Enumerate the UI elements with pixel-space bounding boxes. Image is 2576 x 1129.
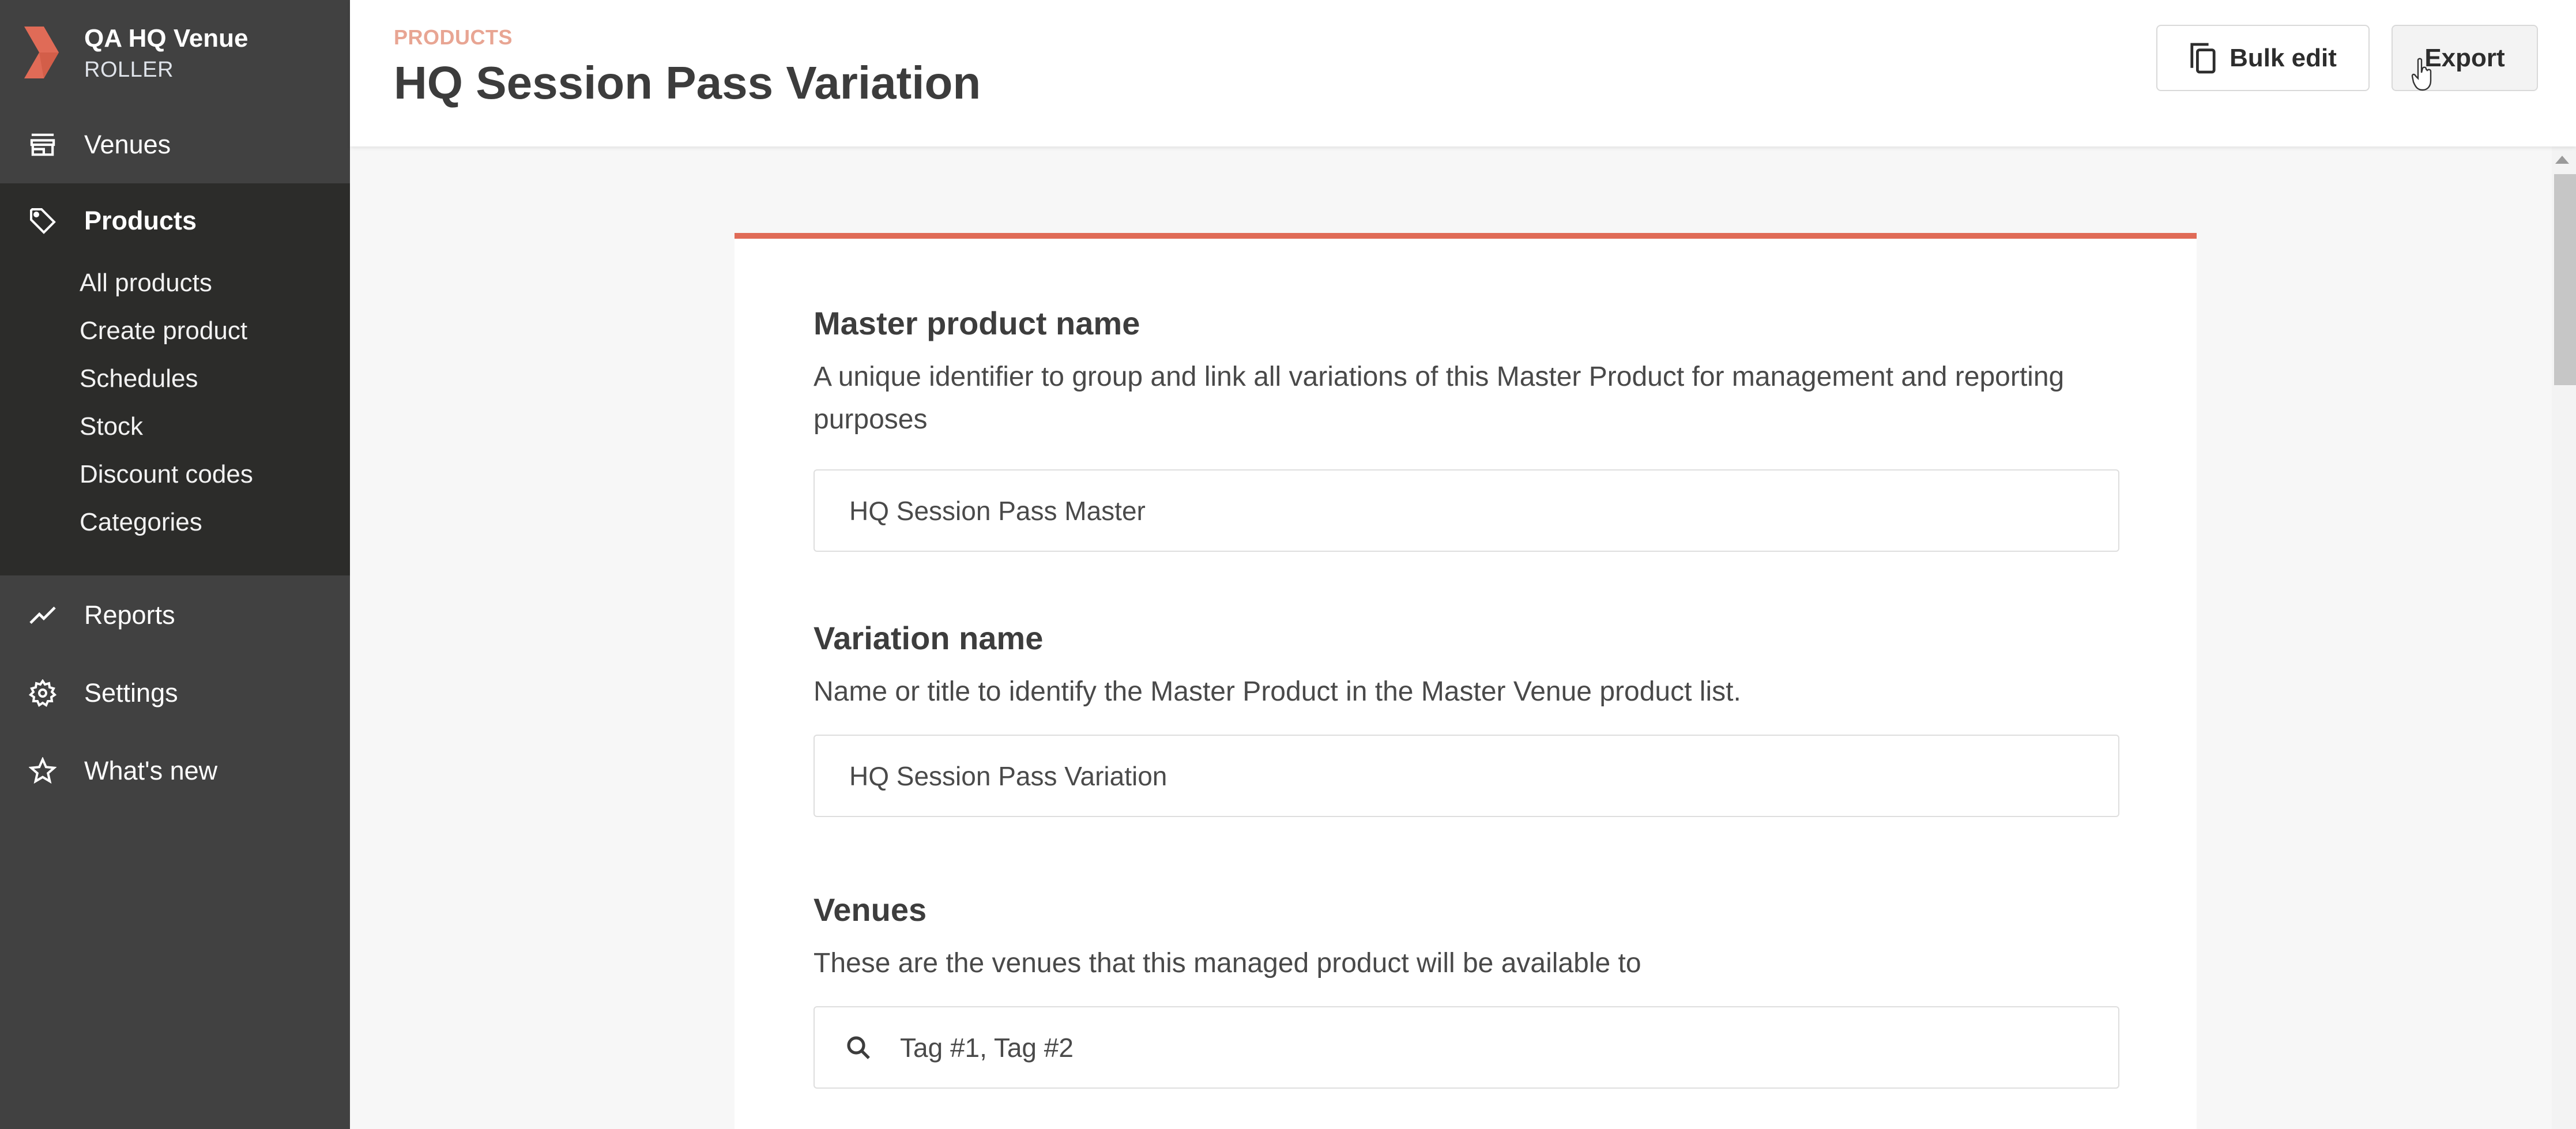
sidebar-item-settings[interactable]: Settings — [0, 656, 350, 731]
page-title: HQ Session Pass Variation — [394, 57, 981, 108]
sidebar-item-products[interactable]: Products — [0, 183, 350, 258]
sidebar-subitem-discount-codes[interactable]: Discount codes — [80, 460, 253, 489]
sidebar-item-whats-new[interactable]: What's new — [0, 733, 350, 808]
brand-header[interactable]: QA HQ Venue ROLLER — [0, 0, 350, 110]
product-form-card: Master product name A unique identifier … — [735, 233, 2197, 1129]
variation-name-title: Variation name — [814, 620, 1044, 656]
company-name: ROLLER — [84, 58, 174, 82]
variation-name-description: Name or title to identify the Master Pro… — [814, 676, 1741, 707]
sidebar-item-label: What's new — [84, 756, 218, 785]
sidebar-item-reports[interactable]: Reports — [0, 578, 350, 653]
breadcrumb[interactable]: PRODUCTS — [394, 25, 513, 50]
star-icon — [27, 755, 59, 787]
variation-name-value: HQ Session Pass Variation — [849, 761, 1168, 791]
master-product-name-value: HQ Session Pass Master — [849, 495, 1146, 526]
copy-icon — [2190, 43, 2216, 73]
sidebar-item-label: Reports — [84, 600, 175, 630]
sidebar-subitem-schedules[interactable]: Schedules — [80, 364, 198, 393]
master-product-name-section: Master product name A unique identifier … — [814, 304, 2119, 552]
sidebar-subitem-all-products[interactable]: All products — [80, 269, 212, 298]
sidebar-item-label: Products — [84, 206, 197, 235]
sidebar: QA HQ Venue ROLLER Venues Products All p… — [0, 0, 350, 1129]
sidebar-item-venues[interactable]: Venues — [0, 107, 350, 182]
sidebar-subitem-create-product[interactable]: Create product — [80, 317, 247, 345]
products-section: Products All products Create product Sch… — [0, 183, 350, 575]
trending-up-icon — [27, 599, 59, 631]
scroll-up-arrow-icon[interactable] — [2555, 156, 2569, 164]
hand-pointer-cursor-icon — [2411, 58, 2432, 91]
export-label: Export — [2424, 43, 2505, 72]
venue-name: QA HQ Venue — [84, 24, 248, 52]
venues-search-input[interactable]: Tag #1, Tag #2 — [814, 1006, 2119, 1089]
sidebar-subitem-categories[interactable]: Categories — [80, 508, 202, 537]
gear-icon — [27, 677, 59, 709]
venues-title: Venues — [814, 891, 927, 928]
venues-value: Tag #1, Tag #2 — [900, 1032, 1074, 1063]
variation-name-section: Variation name Name or title to identify… — [814, 619, 2119, 817]
roller-logo-icon — [24, 27, 59, 78]
store-icon — [27, 129, 59, 161]
venues-section: Venues These are the venues that this ma… — [814, 891, 2119, 1089]
page-header: PRODUCTS HQ Session Pass Variation Bulk … — [350, 0, 2576, 146]
venues-description: These are the venues that this managed p… — [814, 948, 1641, 979]
variation-name-input[interactable]: HQ Session Pass Variation — [814, 735, 2119, 817]
tag-icon — [27, 205, 59, 237]
sidebar-subitem-stock[interactable]: Stock — [80, 412, 143, 441]
scrollbar-thumb[interactable] — [2554, 174, 2576, 385]
sidebar-item-label: Settings — [84, 678, 178, 707]
master-product-name-title: Master product name — [814, 305, 1140, 341]
bulk-edit-button[interactable]: Bulk edit — [2156, 25, 2370, 91]
master-product-name-input[interactable]: HQ Session Pass Master — [814, 469, 2119, 552]
sidebar-item-label: Venues — [84, 130, 171, 159]
master-product-name-description: A unique identifier to group and link al… — [814, 362, 2065, 435]
vertical-scrollbar[interactable] — [2552, 146, 2576, 1129]
bulk-edit-label: Bulk edit — [2229, 43, 2337, 72]
search-icon — [847, 1036, 870, 1059]
